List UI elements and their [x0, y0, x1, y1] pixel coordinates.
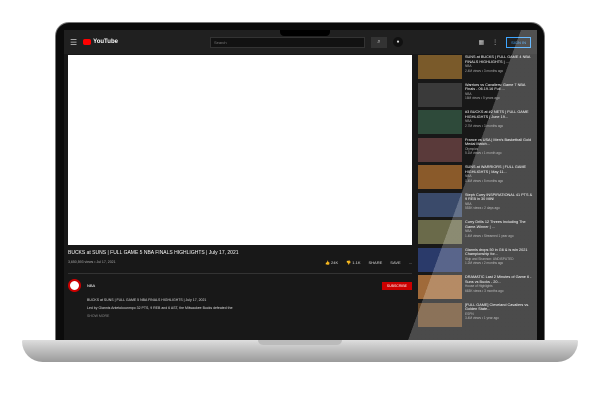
related-video-item[interactable]: SUNS at BUCKS | FULL GAME 4 NBA FINALS H… [418, 55, 533, 83]
related-video-item[interactable]: #3 BUCKS at #2 NETS | FULL GAME HIGHLIGH… [418, 110, 533, 138]
related-video-title: Curry Drills 12 Threes Including The Gam… [465, 220, 526, 229]
mic-icon[interactable]: ● [392, 37, 403, 47]
related-video-meta: 663K views • 3 months ago [465, 288, 504, 293]
related-video-meta: 2.4M views • 3 months ago [465, 68, 504, 73]
related-video-title: France vs USA | Men's Basketball Gold Me… [465, 137, 532, 147]
related-video-item[interactable]: Giannis drops 50 in G6 & is win 2021 Cha… [418, 247, 533, 276]
view-count: 3,650,593 views • Jul 17, 2021 [68, 260, 116, 264]
channel-name[interactable]: NBA [87, 283, 95, 288]
related-video-title: Giannis drops 50 in G6 & is win 2021 Cha… [465, 247, 528, 257]
video-thumbnail[interactable] [418, 137, 462, 162]
related-video-meta: 5.1M views • 1 month ago [465, 151, 502, 156]
show-more-button[interactable]: SHOW MORE [87, 312, 412, 320]
search-input[interactable]: Search [209, 36, 365, 48]
video-thumbnail[interactable] [418, 192, 462, 217]
video-thumbnail[interactable] [418, 220, 462, 244]
related-video-title: SUNS at WARRIORS | FULL GAME HIGHLIGHTS … [465, 165, 527, 174]
share-button[interactable]: SHARE [369, 260, 383, 265]
apps-icon[interactable]: ▦ [478, 39, 484, 46]
video-thumbnail[interactable] [418, 55, 462, 79]
description-title: BUCKS at SUNS | FULL GAME 5 NBA FINALS H… [87, 298, 207, 302]
related-video-title: [FULL GAME] Cleveland Cavaliers vs. Gold… [465, 302, 530, 312]
video-thumbnail[interactable] [418, 302, 462, 327]
camera-notch [280, 30, 330, 36]
related-videos: SUNS at BUCKS | FULL GAME 4 NBA FINALS H… [418, 55, 533, 330]
video-thumbnail[interactable] [418, 82, 462, 107]
save-button[interactable]: SAVE [390, 260, 400, 265]
laptop-lip [258, 340, 342, 345]
related-video-item[interactable]: Warriors vs Cavaliers: Game 7 NBA Finals… [418, 82, 533, 111]
related-video-item[interactable]: Curry Drills 12 Threes Including The Gam… [418, 220, 533, 248]
subscribe-button[interactable]: SUBSCRIBE [381, 281, 412, 290]
menu-icon[interactable]: ☰ [70, 38, 77, 47]
sign-in-button[interactable]: SIGN IN [506, 36, 531, 48]
related-video-title: Warriors vs Cavaliers: Game 7 NBA Finals… [465, 82, 526, 92]
video-thumbnail[interactable] [418, 165, 462, 189]
video-thumbnail[interactable] [418, 275, 462, 299]
description-text: Led by Giannis Antetokounmpo 32 PTS, 9 R… [87, 306, 233, 310]
related-video-title: Steph Curry INSPIRATIONAL 41 PTS & 9 REB… [465, 192, 533, 202]
related-video-title: SUNS at BUCKS | FULL GAME 4 NBA FINALS H… [465, 55, 531, 64]
search-button[interactable]: ⌕ [370, 36, 387, 48]
related-video-title: DRAMATIC Last 2 Minutes of Game 6 - Suns… [465, 275, 532, 284]
related-video-meta: 1.4M views • 5 months ago [465, 178, 504, 183]
related-video-item[interactable]: DRAMATIC Last 2 Minutes of Game 6 - Suns… [418, 275, 533, 303]
channel-avatar[interactable] [68, 279, 81, 292]
related-video-meta: 16M views • 5 years ago [465, 96, 500, 101]
play-icon [83, 39, 92, 45]
related-video-meta: 1.2M views • 2 months ago [465, 261, 504, 266]
related-video-item[interactable]: SUNS at WARRIORS | FULL GAME HIGHLIGHTS … [418, 165, 533, 193]
related-video-meta: 553K views • 2 days ago [465, 206, 500, 211]
more-actions-button[interactable]: ... [409, 260, 412, 265]
video-thumbnail[interactable] [418, 110, 462, 134]
dislike-button[interactable]: 👎 1.1K [346, 260, 360, 265]
youtube-logo[interactable]: YouTube [83, 39, 118, 45]
related-video-meta: 1.4M views • Streamed 1 year ago [465, 233, 514, 238]
screen: ☰ YouTube Search ⌕ ● ▦ ⋮ SIGN IN BUCKS at … [64, 30, 537, 340]
related-video-meta: 3.4M views • 1 year ago [465, 316, 499, 321]
related-video-item[interactable]: [FULL GAME] Cleveland Cavaliers vs. Gold… [418, 302, 533, 331]
related-video-meta: 2.7M views • 3 months ago [465, 123, 504, 128]
related-video-item[interactable]: Steph Curry INSPIRATIONAL 41 PTS & 9 REB… [418, 192, 533, 221]
related-video-title: #3 BUCKS at #2 NETS | FULL GAME HIGHLIGH… [465, 110, 529, 119]
video-player[interactable] [68, 55, 412, 245]
video-title: BUCKS at SUNS | FULL GAME 5 NBA FINALS H… [68, 250, 239, 256]
like-button[interactable]: 👍 24K [325, 260, 338, 265]
related-video-item[interactable]: France vs USA | Men's Basketball Gold Me… [418, 137, 533, 166]
video-thumbnail[interactable] [418, 247, 462, 272]
more-icon[interactable]: ⋮ [492, 39, 498, 46]
